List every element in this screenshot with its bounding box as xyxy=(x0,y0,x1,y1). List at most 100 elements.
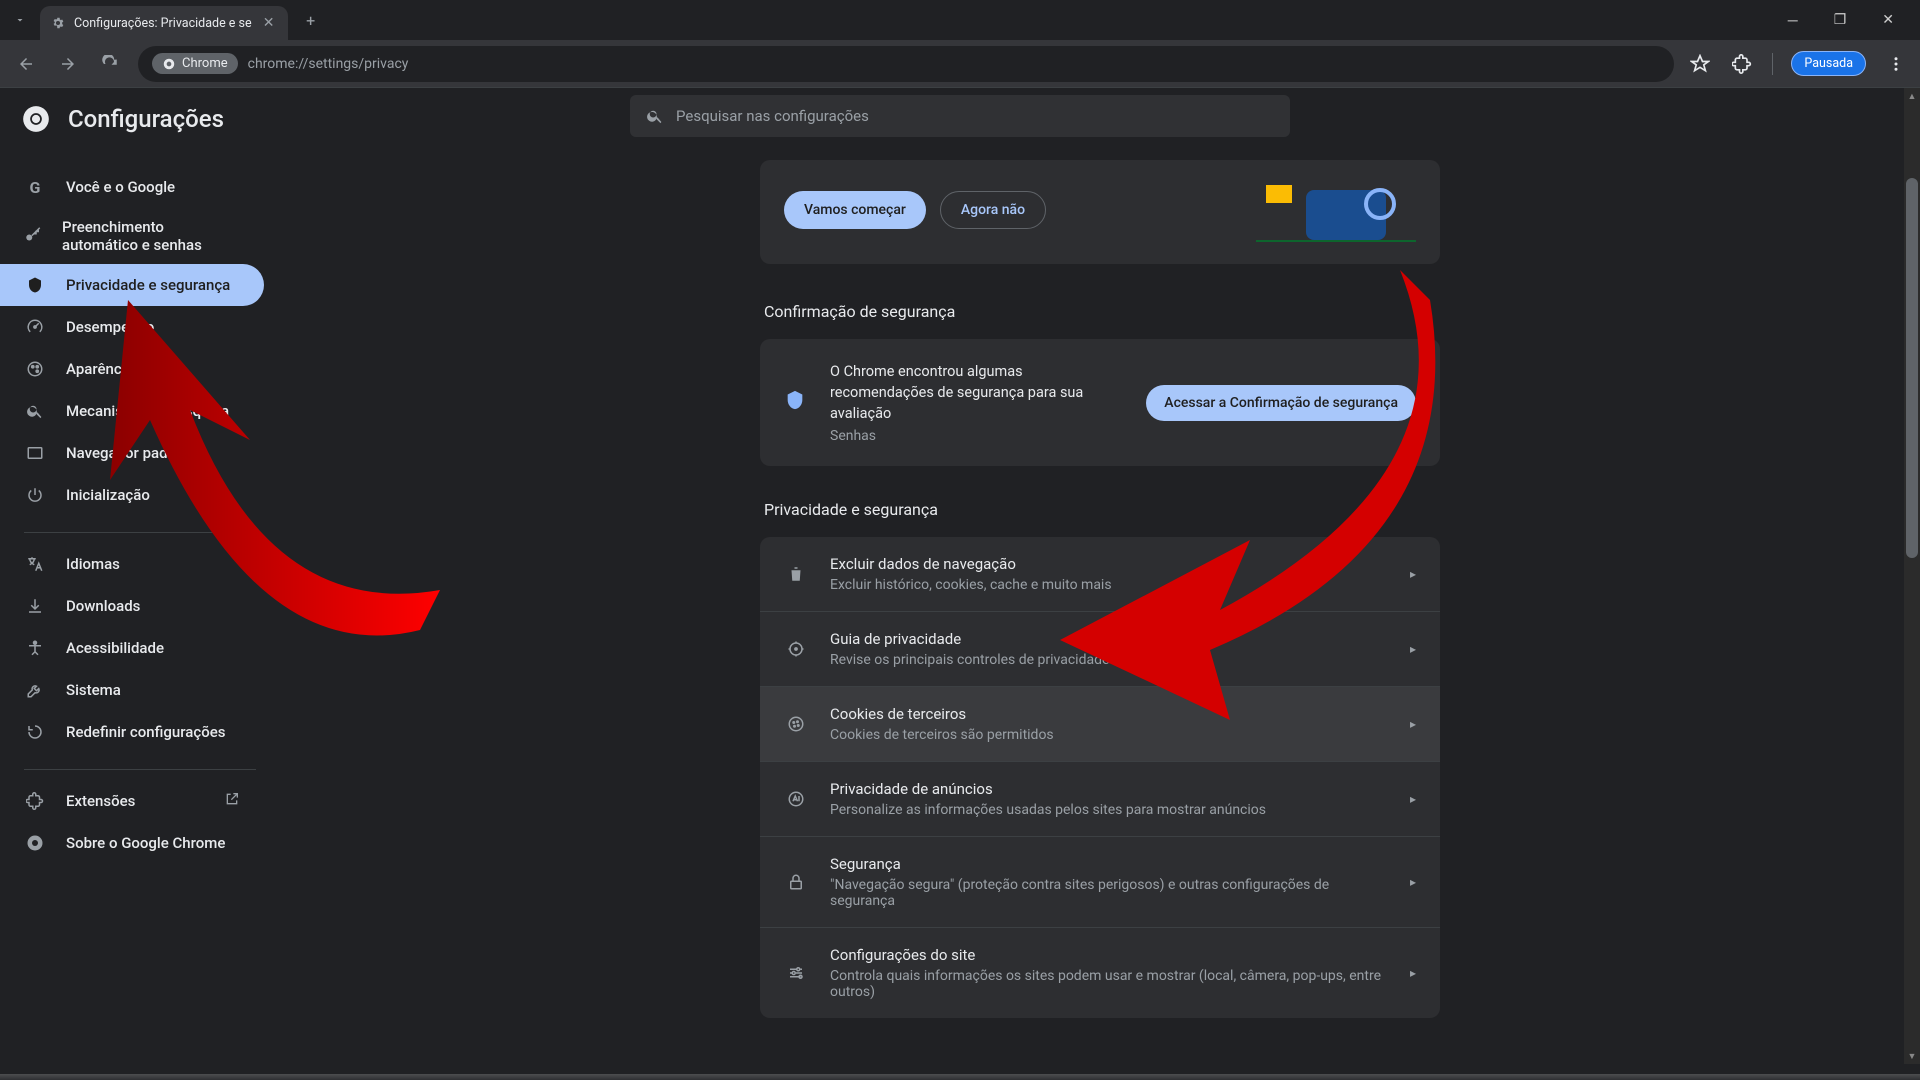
sidebar-item[interactable]: Acessibilidade xyxy=(0,627,264,669)
tabs-dropdown[interactable] xyxy=(0,14,40,26)
sidebar-item[interactable]: Redefinir configurações xyxy=(0,711,264,753)
shield-icon xyxy=(784,389,808,416)
row-subtitle: Revise os principais controles de privac… xyxy=(830,652,1388,668)
chrome-origin-chip: Chrome xyxy=(152,53,238,74)
privacy-section-title: Privacidade e segurança xyxy=(764,500,1440,519)
cookie-icon xyxy=(784,715,808,733)
sidebar-item-label: Inicialização xyxy=(66,486,150,504)
chevron-right-icon: ▸ xyxy=(1410,717,1416,731)
row-title: Privacidade de anúncios xyxy=(830,780,1388,798)
tune-icon xyxy=(784,964,808,982)
safety-check-button[interactable]: Acessar a Confirmação de segurança xyxy=(1146,385,1416,421)
sidebar-item[interactable]: Downloads xyxy=(0,585,264,627)
reload-button[interactable] xyxy=(96,50,124,78)
gear-icon xyxy=(50,15,66,31)
sidebar-item-label: Idiomas xyxy=(66,555,120,573)
new-tab-button[interactable]: + xyxy=(296,11,326,30)
sidebar-item[interactable]: Navegador padrão xyxy=(0,432,264,474)
privacy-row[interactable]: Privacidade de anúncios Personalize as in… xyxy=(760,761,1440,836)
sidebar-item-label: Privacidade e segurança xyxy=(66,276,230,294)
vertical-scrollbar[interactable]: ▲ ▼ xyxy=(1904,88,1920,1064)
row-subtitle: "Navegação segura" (proteção contra site… xyxy=(830,877,1388,909)
maximize-button[interactable]: ❐ xyxy=(1828,6,1853,35)
address-bar[interactable]: Chrome chrome://settings/privacy xyxy=(138,46,1674,82)
chevron-right-icon: ▸ xyxy=(1410,875,1416,889)
browser-tab[interactable]: Configurações: Privacidade e se ✕ xyxy=(40,6,288,40)
shield-icon xyxy=(24,276,46,294)
sidebar-item-label: Navegador padrão xyxy=(66,444,189,462)
bottom-strip xyxy=(0,1074,1920,1080)
speed-icon xyxy=(24,318,46,336)
settings-sidebar: G Você e o Google Preenchimento automático… xyxy=(0,88,280,1080)
row-title: Cookies de terceiros xyxy=(830,705,1388,723)
window-controls: ─ ❐ ✕ xyxy=(1762,6,1920,35)
row-title: Guia de privacidade xyxy=(830,630,1388,648)
G-icon: G xyxy=(24,178,46,197)
sidebar-item-label: Preenchimento automático e senhas xyxy=(62,218,240,254)
download-icon xyxy=(24,597,46,615)
external-link-icon xyxy=(224,791,240,811)
ext-icon xyxy=(24,792,46,810)
sidebar-item[interactable]: Aparência xyxy=(0,348,264,390)
minimize-button[interactable]: ─ xyxy=(1782,6,1804,35)
brush-icon xyxy=(24,360,46,378)
chrome-logo-icon xyxy=(22,105,50,133)
rect-icon xyxy=(24,444,46,462)
privacy-row[interactable]: Cookies de terceiros Cookies de terceiros… xyxy=(760,686,1440,761)
sidebar-item-label: Você e o Google xyxy=(66,178,175,196)
settings-content[interactable]: Vamos começar Agora não Confirmação de s… xyxy=(280,88,1920,1080)
tab-title: Configurações: Privacidade e se xyxy=(74,16,252,31)
sidebar-item[interactable]: Inicialização xyxy=(0,474,264,516)
privacy-row[interactable]: Configurações do siteControla quais info… xyxy=(760,927,1440,1018)
tab-close-button[interactable]: ✕ xyxy=(260,14,278,32)
sidebar-separator xyxy=(24,532,256,533)
sidebar-item-label: Downloads xyxy=(66,597,140,615)
settings-header: Configurações xyxy=(0,88,1920,150)
sidebar-item[interactable]: Privacidade e segurança xyxy=(0,264,264,306)
forward-button[interactable] xyxy=(54,50,82,78)
promo-primary-button[interactable]: Vamos começar xyxy=(784,191,926,229)
sidebar-item-label: Desempenho xyxy=(66,318,154,336)
lock-icon xyxy=(784,873,808,891)
row-subtitle: Excluir histórico, cookies, cache e muit… xyxy=(830,577,1388,593)
scroll-down-button[interactable]: ▼ xyxy=(1904,1048,1920,1064)
sidebar-item-label: Extensões xyxy=(66,792,135,810)
sidebar-item[interactable]: Extensões xyxy=(0,780,264,822)
row-title: Configurações do site xyxy=(830,946,1388,964)
privacy-row[interactable]: Guia de privacidade Revise os principais … xyxy=(760,611,1440,686)
url-text: chrome://settings/privacy xyxy=(248,56,409,72)
kebab-menu-icon[interactable] xyxy=(1884,52,1908,76)
sidebar-item[interactable]: Preenchimento automático e senhas xyxy=(0,208,264,264)
chevron-right-icon: ▸ xyxy=(1410,567,1416,581)
sidebar-item[interactable]: Idiomas xyxy=(0,543,264,585)
sidebar-item[interactable]: Mecanismo de pesquisa xyxy=(0,390,264,432)
chevron-right-icon: ▸ xyxy=(1410,966,1416,980)
close-window-button[interactable]: ✕ xyxy=(1876,6,1900,35)
sidebar-item-label: Mecanismo de pesquisa xyxy=(66,402,229,420)
row-title: Excluir dados de navegação xyxy=(830,555,1388,573)
sidebar-item[interactable]: Desempenho xyxy=(0,306,264,348)
browser-toolbar: Chrome chrome://settings/privacy Pausada xyxy=(0,40,1920,88)
privacy-row[interactable]: Excluir dados de navegação Excluir histór… xyxy=(760,537,1440,611)
privacy-row[interactable]: Segurança"Navegação segura" (proteção co… xyxy=(760,836,1440,927)
bookmark-star-icon[interactable] xyxy=(1688,52,1712,76)
back-button[interactable] xyxy=(12,50,40,78)
scroll-thumb[interactable] xyxy=(1906,178,1918,558)
profile-status-chip[interactable]: Pausada xyxy=(1791,51,1866,76)
sidebar-item[interactable]: Sobre o Google Chrome xyxy=(0,822,264,864)
promo-illustration xyxy=(1256,180,1416,240)
promo-secondary-button[interactable]: Agora não xyxy=(940,191,1046,229)
extensions-icon[interactable] xyxy=(1730,52,1754,76)
toolbar-divider xyxy=(1772,53,1773,75)
chrome-chip-label: Chrome xyxy=(182,56,228,71)
sidebar-item-label: Acessibilidade xyxy=(66,639,164,657)
row-subtitle: Personalize as informações usadas pelos … xyxy=(830,802,1388,818)
sidebar-item[interactable]: Sistema xyxy=(0,669,264,711)
sidebar-item-label: Aparência xyxy=(66,360,134,378)
row-subtitle: Cookies de terceiros são permitidos xyxy=(830,727,1388,743)
trash-icon xyxy=(784,565,808,583)
safety-message: O Chrome encontrou algumas recomendações… xyxy=(830,361,1124,424)
sidebar-item[interactable]: G Você e o Google xyxy=(0,166,264,208)
chevron-right-icon: ▸ xyxy=(1410,792,1416,806)
sidebar-item-label: Redefinir configurações xyxy=(66,723,225,741)
